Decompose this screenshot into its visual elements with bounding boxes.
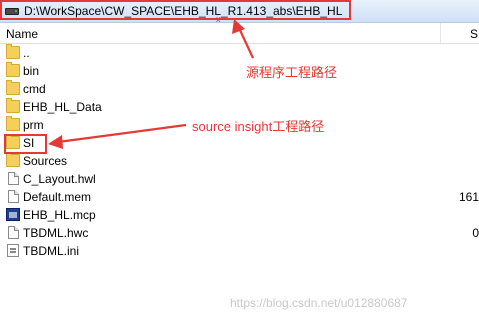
folder-icon [6,80,20,95]
folder-icon [6,98,20,113]
item-name: Sources [23,154,68,168]
folder-icon [6,152,20,167]
watermark-text: https://blog.csdn.net/u012880687 [230,296,408,310]
item-size: 161 [458,190,479,204]
file-row[interactable]: TBDML.hwc 0 [0,224,479,242]
si-highlight-box [4,134,47,154]
source-path-annotation: 源程序工程路径 [246,65,338,80]
item-name: Default.mem [23,190,92,204]
file-icon [8,172,19,185]
folder-row[interactable]: .. [0,44,479,62]
file-row[interactable]: Default.mem 161 [0,188,479,206]
item-name: cmd [23,82,46,96]
path-highlight-box [0,0,351,20]
folder-row[interactable]: SI [0,134,479,152]
folder-row[interactable]: bin [0,62,479,80]
item-name: C_Layout.hwl [23,172,96,186]
folder-icon [6,44,20,59]
file-row[interactable]: TBDML.ini [0,242,479,260]
item-size: 0 [472,226,479,240]
folder-icon [6,62,20,77]
item-name: TBDML.ini [23,244,80,258]
column-header[interactable]: Name S [0,23,479,44]
si-path-annotation: source insight工程路径 [192,119,325,134]
folder-row[interactable]: EHB_HL_Data [0,98,479,116]
file-icon [8,190,19,203]
column-separator[interactable] [440,23,441,43]
file-row[interactable]: C_Layout.hwl [0,170,479,188]
item-name: .. [23,46,30,60]
column-name-header[interactable]: Name [6,27,38,41]
item-name: TBDML.hwc [23,226,89,240]
folder-icon [6,116,20,131]
column-size-header[interactable]: S [470,27,478,41]
item-name: EHB_HL.mcp [23,208,96,222]
file-icon [8,226,19,239]
project-file-icon [6,208,20,221]
item-name: prm [23,118,44,132]
settings-file-icon [7,244,19,257]
item-name: bin [23,64,40,78]
folder-row[interactable]: Sources [0,152,479,170]
item-name: EHB_HL_Data [23,100,102,114]
folder-row[interactable]: cmd [0,80,479,98]
file-row[interactable]: EHB_HL.mcp [0,206,479,224]
